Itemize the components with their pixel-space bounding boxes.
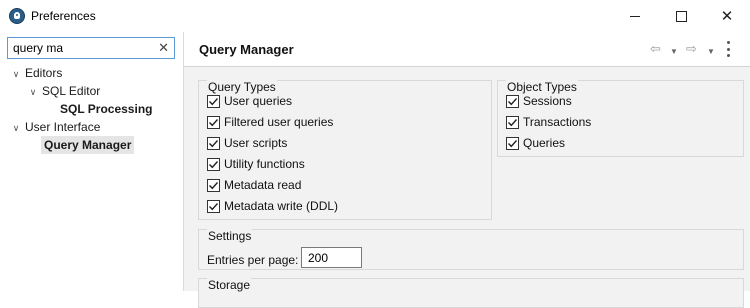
checkbox[interactable] <box>506 115 519 129</box>
maximize-icon <box>675 10 687 22</box>
checkbox-label: Metadata write (DDL) <box>224 199 339 213</box>
window-title: Preferences <box>31 9 96 23</box>
checkbox-label: Filtered user queries <box>224 115 334 129</box>
minimize-button[interactable] <box>612 0 658 32</box>
close-icon: ✕ <box>720 8 734 25</box>
checkbox[interactable] <box>207 94 220 108</box>
filter-box: ✕ <box>7 37 175 59</box>
tree-item-sql-editor[interactable]: ∨ SQL Editor <box>27 82 101 101</box>
back-arrow-icon[interactable]: ⇦ <box>650 41 661 57</box>
clear-icon[interactable]: ✕ <box>158 40 169 56</box>
forward-dropdown-icon[interactable]: ▼ <box>707 44 715 60</box>
preferences-tree-pane: ✕ ∨Editors ∨SQL Editor SQL Processing ∨U… <box>0 32 183 291</box>
preference-page: Query Manager ⇦ ▼ ⇨ ▼ Query Types User q… <box>184 32 750 308</box>
entries-per-page-input[interactable] <box>301 247 362 268</box>
maximize-button[interactable] <box>658 0 704 32</box>
checkbox-metadata-write[interactable]: Metadata write (DDL) <box>207 197 338 215</box>
tree-item-label: Query Manager <box>41 136 135 154</box>
checkbox-metadata-read[interactable]: Metadata read <box>207 176 301 194</box>
checkbox[interactable] <box>207 136 220 150</box>
checkbox[interactable] <box>207 115 220 129</box>
close-button[interactable]: ✕ <box>704 0 750 32</box>
tree-item-user-interface[interactable]: ∨ User Interface <box>10 118 101 137</box>
group-title: Settings <box>207 229 253 243</box>
group-title: Storage <box>207 278 252 292</box>
checkbox-label: User queries <box>224 94 293 108</box>
checkbox-label: Transactions <box>523 115 592 129</box>
page-header: Query Manager ⇦ ▼ ⇨ ▼ <box>184 32 750 67</box>
tree-item-editors[interactable]: ∨ Editors <box>10 64 63 83</box>
tree-item-label: SQL Editor <box>42 84 101 98</box>
tree-item-label: Editors <box>25 66 63 80</box>
settings-group: Settings Entries per page: <box>198 229 744 270</box>
checkbox-label: Utility functions <box>224 157 305 171</box>
checkbox-user-queries[interactable]: User queries <box>207 92 292 110</box>
checkbox-transactions[interactable]: Transactions <box>506 113 591 131</box>
checkbox[interactable] <box>207 157 220 171</box>
checkbox-label: Sessions <box>523 94 572 108</box>
expand-chevron-icon[interactable]: ∨ <box>27 83 39 101</box>
checkbox-label: Metadata read <box>224 178 302 192</box>
expand-chevron-icon[interactable]: ∨ <box>10 65 22 83</box>
checkbox-label: Queries <box>523 136 566 150</box>
checkbox[interactable] <box>207 199 220 213</box>
forward-arrow-icon[interactable]: ⇨ <box>686 41 697 57</box>
page-title: Query Manager <box>199 42 294 57</box>
expand-chevron-icon[interactable]: ∨ <box>10 119 22 137</box>
checkbox-queries[interactable]: Queries <box>506 134 565 152</box>
storage-group: Storage <box>198 278 744 308</box>
tree-item-label: SQL Processing <box>60 102 153 116</box>
checkbox[interactable] <box>207 178 220 192</box>
app-icon <box>9 8 25 24</box>
checkbox-sessions[interactable]: Sessions <box>506 92 572 110</box>
checkbox[interactable] <box>506 136 519 150</box>
query-types-group: Query Types User queries Filtered user q… <box>198 80 492 220</box>
tree-item-query-manager[interactable]: Query Manager <box>41 136 135 154</box>
title-bar: Preferences ✕ <box>0 0 750 32</box>
object-types-group: Object Types Sessions Transactions Queri… <box>497 80 744 157</box>
filter-input[interactable] <box>8 38 157 58</box>
checkbox-user-scripts[interactable]: User scripts <box>207 134 287 152</box>
entries-per-page-label: Entries per page: <box>207 253 299 267</box>
checkbox-label: User scripts <box>224 136 288 150</box>
minimize-icon <box>630 15 640 17</box>
tree-item-label: User Interface <box>25 120 101 134</box>
view-menu-icon[interactable] <box>726 41 730 57</box>
back-dropdown-icon[interactable]: ▼ <box>670 44 678 60</box>
checkbox[interactable] <box>506 94 519 108</box>
checkbox-utility-functions[interactable]: Utility functions <box>207 155 305 173</box>
tree-item-sql-processing[interactable]: SQL Processing <box>60 100 152 118</box>
checkbox-filtered-user-queries[interactable]: Filtered user queries <box>207 113 333 131</box>
